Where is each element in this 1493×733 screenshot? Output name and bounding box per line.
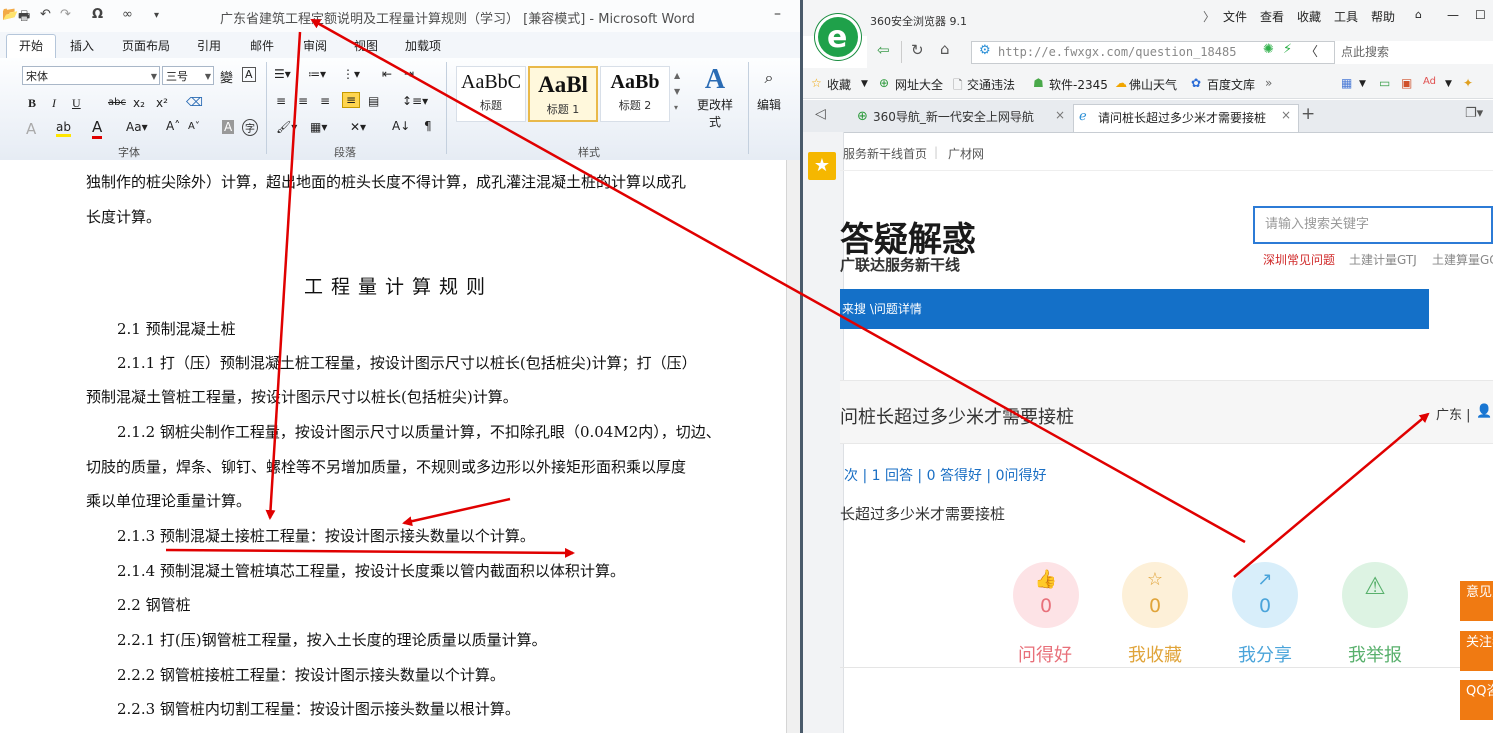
- annotation-layer: [165, 18, 1430, 578]
- annotation-arrow: [1233, 412, 1430, 578]
- annotation-arrow: [165, 547, 575, 558]
- annotation-arrow: [265, 31, 302, 520]
- annotation-arrow: [310, 18, 1246, 544]
- annotation-arrow: [402, 497, 511, 527]
